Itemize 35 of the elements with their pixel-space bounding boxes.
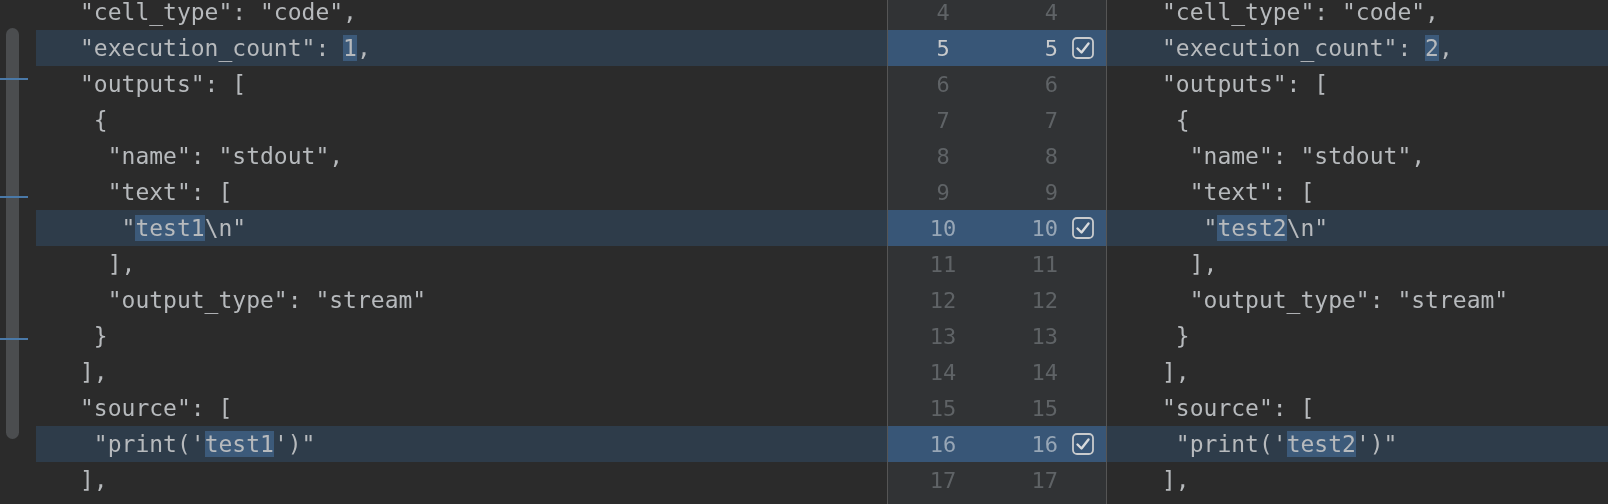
code-line: "source": [ xyxy=(79,394,234,423)
line-number: 5 xyxy=(1043,35,1058,61)
code-line: ], xyxy=(1161,358,1191,387)
code-line: { xyxy=(92,106,109,135)
checkbox[interactable] xyxy=(1072,37,1094,59)
code-line: { xyxy=(1174,106,1191,135)
change-marker xyxy=(0,196,28,198)
code-line: } xyxy=(1174,322,1191,351)
code-line: ], xyxy=(79,358,109,387)
code-line: ], xyxy=(79,466,109,495)
line-number: 10 xyxy=(1030,215,1058,241)
change-marker xyxy=(0,338,28,340)
scrollbar-thumb[interactable] xyxy=(6,28,19,439)
code-line: "cell_type": "code", xyxy=(79,0,358,28)
code-line: "text": [ xyxy=(1188,178,1316,207)
code-line: "name": "stdout", xyxy=(106,142,345,171)
code-line: "output_type": "stream" xyxy=(106,286,428,316)
code-line: "outputs": [ xyxy=(1161,70,1330,99)
code-line: } xyxy=(92,322,109,351)
code-line: ], xyxy=(1188,250,1219,279)
code-line: "text": [ xyxy=(106,178,234,207)
line-number: 16 xyxy=(1030,431,1058,457)
code-line: "name": "stdout", xyxy=(1188,142,1427,171)
line-number: 5 xyxy=(935,35,951,61)
code-line: "source": [ xyxy=(1161,394,1316,423)
checkbox[interactable] xyxy=(1072,433,1094,455)
change-marker xyxy=(0,78,28,80)
code-line: "cell_type": "code", xyxy=(1161,0,1440,28)
line-number: 10 xyxy=(928,215,958,241)
line-number: 16 xyxy=(928,431,958,457)
checkbox[interactable] xyxy=(1072,217,1094,239)
code-line: "output_type": "stream" xyxy=(1188,286,1510,316)
code-line: "outputs": [ xyxy=(79,70,248,99)
code-line: ], xyxy=(106,250,137,279)
code-line: ], xyxy=(1161,466,1191,495)
